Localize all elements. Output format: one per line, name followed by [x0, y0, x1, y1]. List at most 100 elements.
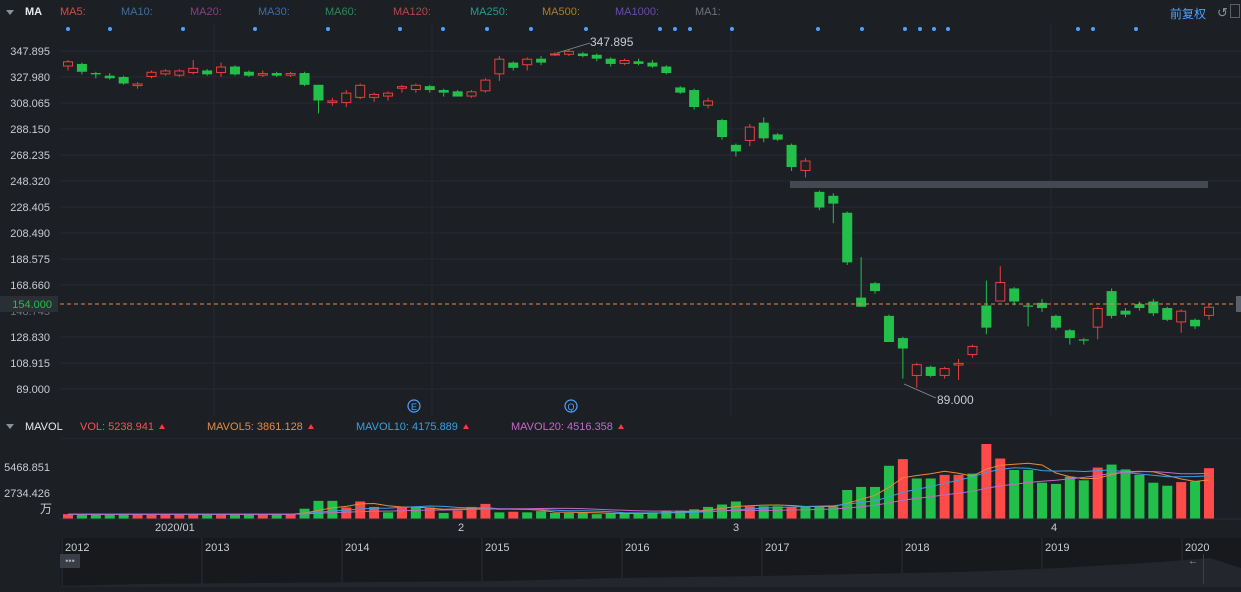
x-label-2020-01: 2020/01: [155, 522, 195, 534]
volume-bar: [452, 510, 463, 519]
navigator-year-label: 2012: [65, 542, 89, 554]
volume-bar: [480, 503, 491, 519]
undo-icon[interactable]: ↺: [1217, 5, 1228, 21]
ma-label-6[interactable]: MA250:: [470, 6, 508, 18]
candle-body-down: [104, 75, 115, 79]
mavol20-value: MAVOL20: 4516.358: [511, 421, 624, 433]
navigator-year-label: 2017: [765, 542, 789, 554]
ma-label-3[interactable]: MA30:: [258, 6, 290, 18]
volume-bar: [438, 512, 449, 519]
collapse-caret-icon[interactable]: [6, 10, 14, 15]
navigator-year-label: 2018: [905, 542, 929, 554]
volume-bar: [828, 506, 839, 519]
navigator-left-handle[interactable]: •••: [60, 554, 80, 568]
price-tick-label: 308.065: [10, 98, 50, 110]
ma-label-7[interactable]: MA500:: [542, 6, 580, 18]
volume-bar: [1148, 482, 1159, 519]
earnings-marker-label: E: [411, 402, 417, 412]
volume-bar: [786, 506, 797, 519]
volume-tick-mid: 2734.426: [4, 488, 50, 500]
price-tick-label: 288.150: [10, 124, 50, 136]
ma-label-4[interactable]: MA60:: [325, 6, 357, 18]
candle-body-up: [939, 368, 950, 376]
candle-body-up: [1203, 306, 1215, 316]
candle-body-down: [90, 73, 101, 75]
quarterly-marker-label: Q: [567, 402, 574, 412]
event-dot: [816, 27, 820, 31]
candle-body-down: [1050, 315, 1061, 328]
price-chart[interactable]: 347.895 327.980 308.065 288.150 268.235 248.3…: [0, 24, 1241, 416]
candle-body-up: [355, 84, 366, 98]
candle-body-up: [550, 53, 561, 56]
candle-body-down: [1078, 339, 1089, 341]
ma-label-5[interactable]: MA120:: [393, 6, 431, 18]
volume-bar: [62, 514, 74, 519]
price-tick-label: 128.830: [10, 332, 50, 344]
candle-body-down: [202, 70, 213, 75]
indicator-name[interactable]: MA: [25, 6, 42, 18]
low-price-label: 89.000: [937, 393, 974, 407]
candle-body-down: [605, 58, 616, 64]
volume-bar: [744, 506, 755, 519]
event-dot: [673, 27, 677, 31]
candle-body-down: [828, 195, 839, 204]
ma-label-0[interactable]: MA5:: [60, 6, 86, 18]
candle-body-down: [716, 120, 727, 138]
candle-body-up: [744, 126, 755, 141]
volume-indicator-name[interactable]: MAVOL: [25, 421, 63, 433]
volume-tick-high: 5468.851: [4, 462, 50, 474]
volume-chart[interactable]: 5468.851 2734.426 万 2020/01 2 3 4: [0, 438, 1241, 536]
candle-body-down: [243, 71, 254, 76]
price-tick-label: 228.405: [10, 202, 50, 214]
volume-bar: [216, 514, 227, 519]
volume-bar: [118, 514, 129, 519]
adjust-toggle-button[interactable]: 前复权: [1170, 5, 1206, 22]
candle-body-up: [216, 66, 227, 74]
panel-toggle-icon[interactable]: [1230, 4, 1240, 18]
ma-label-8[interactable]: MA1000:: [615, 6, 659, 18]
ma-label-2[interactable]: MA20:: [190, 6, 222, 18]
event-dot: [181, 27, 185, 31]
event-dot: [688, 27, 692, 31]
volume-bar: [1037, 482, 1048, 519]
volume-bar: [202, 514, 213, 519]
volume-bar: [591, 514, 602, 519]
volume-collapse-caret-icon[interactable]: [6, 424, 14, 429]
price-tick-label: 248.320: [10, 176, 50, 188]
candle-body-up: [800, 160, 811, 171]
ma-label-9[interactable]: MA1:: [695, 6, 721, 18]
volume-bar: [925, 478, 936, 519]
candle-body-down: [438, 90, 449, 93]
candle-body-down: [814, 191, 825, 208]
x-label-mar: 3: [733, 522, 739, 534]
ma-label-1[interactable]: MA10:: [121, 6, 153, 18]
candle-body-down: [1120, 310, 1131, 315]
navigator-window[interactable]: [1203, 554, 1240, 584]
candle-body-up: [132, 83, 143, 87]
vol-value: VOL: 5238.941: [80, 421, 166, 433]
candle-body-down: [118, 76, 129, 84]
volume-bar: [536, 511, 547, 519]
candle-body-down: [842, 212, 853, 263]
volume-bar: [1162, 485, 1173, 519]
candle-body-up: [257, 73, 268, 76]
range-navigator[interactable]: 2012 2013 2014 2015 2016 2017 2018 2019 2020 •••…: [60, 538, 1241, 587]
volume-bar: [870, 486, 881, 519]
event-dot: [253, 27, 257, 31]
event-dot: [730, 27, 734, 31]
volume-bar: [90, 514, 101, 519]
volume-bar: [1023, 470, 1034, 519]
navigator-year-label: 2016: [625, 542, 649, 554]
volume-bar: [995, 458, 1006, 519]
candle-body-up: [563, 50, 574, 55]
event-dot: [918, 27, 922, 31]
volume-bar: [76, 514, 87, 519]
candle-body-up: [146, 71, 157, 77]
candle-body-down: [786, 144, 797, 168]
navigator-scroll-left-icon[interactable]: ←: [1188, 556, 1198, 567]
candle-body-up: [703, 100, 714, 106]
candle-body-up: [62, 61, 74, 67]
candle-body-up: [174, 70, 185, 76]
navigator-year-label: 2019: [1045, 542, 1069, 554]
event-dot: [903, 27, 907, 31]
